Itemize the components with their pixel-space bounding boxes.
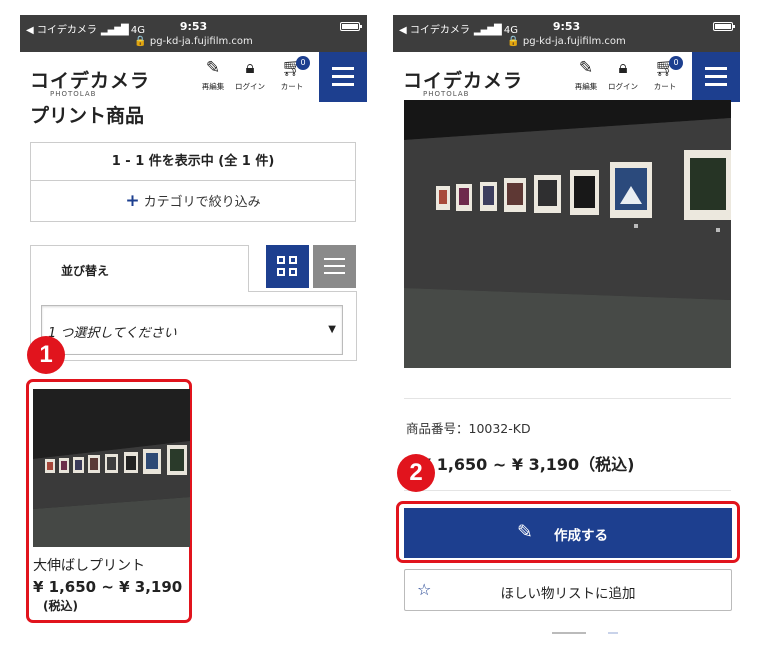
- dropdown-arrow-icon: ▼: [328, 324, 336, 335]
- cart-label: カート: [653, 82, 677, 91]
- site-logo[interactable]: コイデカメラ: [30, 66, 150, 93]
- plus-icon: +: [125, 191, 140, 211]
- menu-button[interactable]: [319, 52, 367, 102]
- clock: 9:53: [179, 20, 208, 33]
- list-view-button[interactable]: [313, 245, 356, 288]
- add-to-wishlist-button[interactable]: ☆ ほしい物リストに追加: [404, 569, 732, 611]
- wishlist-label: ほしい物リストに追加: [500, 586, 636, 602]
- result-count: 1 - 1 件を表示中 (全 1 件): [31, 143, 355, 181]
- url-bar[interactable]: 🔒 pg-kd-ja.fujifilm.com: [393, 36, 740, 47]
- category-filter-button[interactable]: + カテゴリで絞り込み: [31, 181, 355, 221]
- step-badge-1: 1: [27, 336, 65, 374]
- site-header: コイデカメラ PHOTOLAB ✎ 再編集 🔒︎ ログイン 🛒︎ カート 0: [20, 52, 367, 102]
- product-tax-note: (税込): [43, 599, 78, 613]
- grid-view-button[interactable]: [266, 245, 309, 288]
- product-sku: 商品番号：10032-KD: [406, 421, 531, 436]
- reedit-button[interactable]: ✎ 再編集: [195, 58, 231, 92]
- login-label: ログイン: [608, 82, 638, 91]
- hamburger-icon: [332, 67, 354, 70]
- lock-icon: 🔒︎: [245, 58, 255, 78]
- sort-select-value: 1 つ選択してください: [48, 326, 177, 341]
- site-header: コイデカメラ PHOTOLAB ✎ 再編集 🔒︎ ログイン 🛒︎ カート 0: [393, 52, 740, 102]
- logo-subtitle: PHOTOLAB: [423, 90, 470, 98]
- login-button[interactable]: 🔒︎ ログイン: [605, 58, 641, 92]
- product-card[interactable]: 大伸ばしプリント ¥ 1,650 ~ ¥ 3,190 (税込): [26, 379, 192, 623]
- cart-label: カート: [280, 82, 304, 91]
- sort-tab-label: 並び替え: [61, 264, 110, 278]
- product-hero-image[interactable]: [404, 100, 731, 368]
- battery-icon: [340, 22, 362, 31]
- menu-button[interactable]: [692, 52, 740, 102]
- site-logo[interactable]: コイデカメラ: [403, 66, 523, 93]
- reedit-label: 再編集: [574, 82, 598, 91]
- cart-count-badge: 0: [669, 56, 683, 70]
- cart-button[interactable]: 🛒︎ カート 0: [647, 56, 683, 92]
- highlight-frame: [396, 501, 740, 563]
- hamburger-icon: [705, 67, 727, 70]
- cart-button[interactable]: 🛒︎ カート 0: [274, 56, 310, 92]
- product-price-detail: ¥ 1,650 ~ ¥ 3,190（税込): [420, 455, 635, 474]
- reedit-label: 再編集: [201, 82, 225, 91]
- login-label: ログイン: [235, 82, 265, 91]
- tab-sort[interactable]: 並び替え: [30, 245, 249, 292]
- filter-label: カテゴリで絞り込み: [143, 195, 261, 210]
- reedit-button[interactable]: ✎ 再編集: [568, 58, 604, 92]
- lock-icon: 🔒︎: [618, 58, 628, 78]
- sort-select[interactable]: 1 つ選択してください ▼: [41, 305, 343, 355]
- edit-icon: ✎: [578, 58, 594, 78]
- step-badge-2: 2: [397, 454, 435, 492]
- login-button[interactable]: 🔒︎ ログイン: [232, 58, 268, 92]
- url-bar[interactable]: 🔒 pg-kd-ja.fujifilm.com: [20, 36, 367, 47]
- product-price: ¥ 1,650 ~ ¥ 3,190: [33, 578, 183, 596]
- cart-count-badge: 0: [296, 56, 310, 70]
- status-bar: ◀ コイデカメラ ▂▄▆█ 4G 9:53 🔒 pg-kd-ja.fujifilm…: [393, 15, 740, 52]
- clock: 9:53: [552, 20, 581, 33]
- product-name[interactable]: 大伸ばしプリント: [33, 555, 145, 575]
- battery-icon: [713, 22, 735, 31]
- product-thumbnail[interactable]: [33, 389, 190, 547]
- edit-icon: ✎: [205, 58, 221, 78]
- page-title: プリント商品: [30, 105, 145, 127]
- logo-subtitle: PHOTOLAB: [50, 90, 97, 98]
- result-box: 1 - 1 件を表示中 (全 1 件) + カテゴリで絞り込み: [30, 142, 356, 222]
- status-bar: ◀ コイデカメラ ▂▄▆█ 4G 9:53 🔒 pg-kd-ja.fujifilm…: [20, 15, 367, 52]
